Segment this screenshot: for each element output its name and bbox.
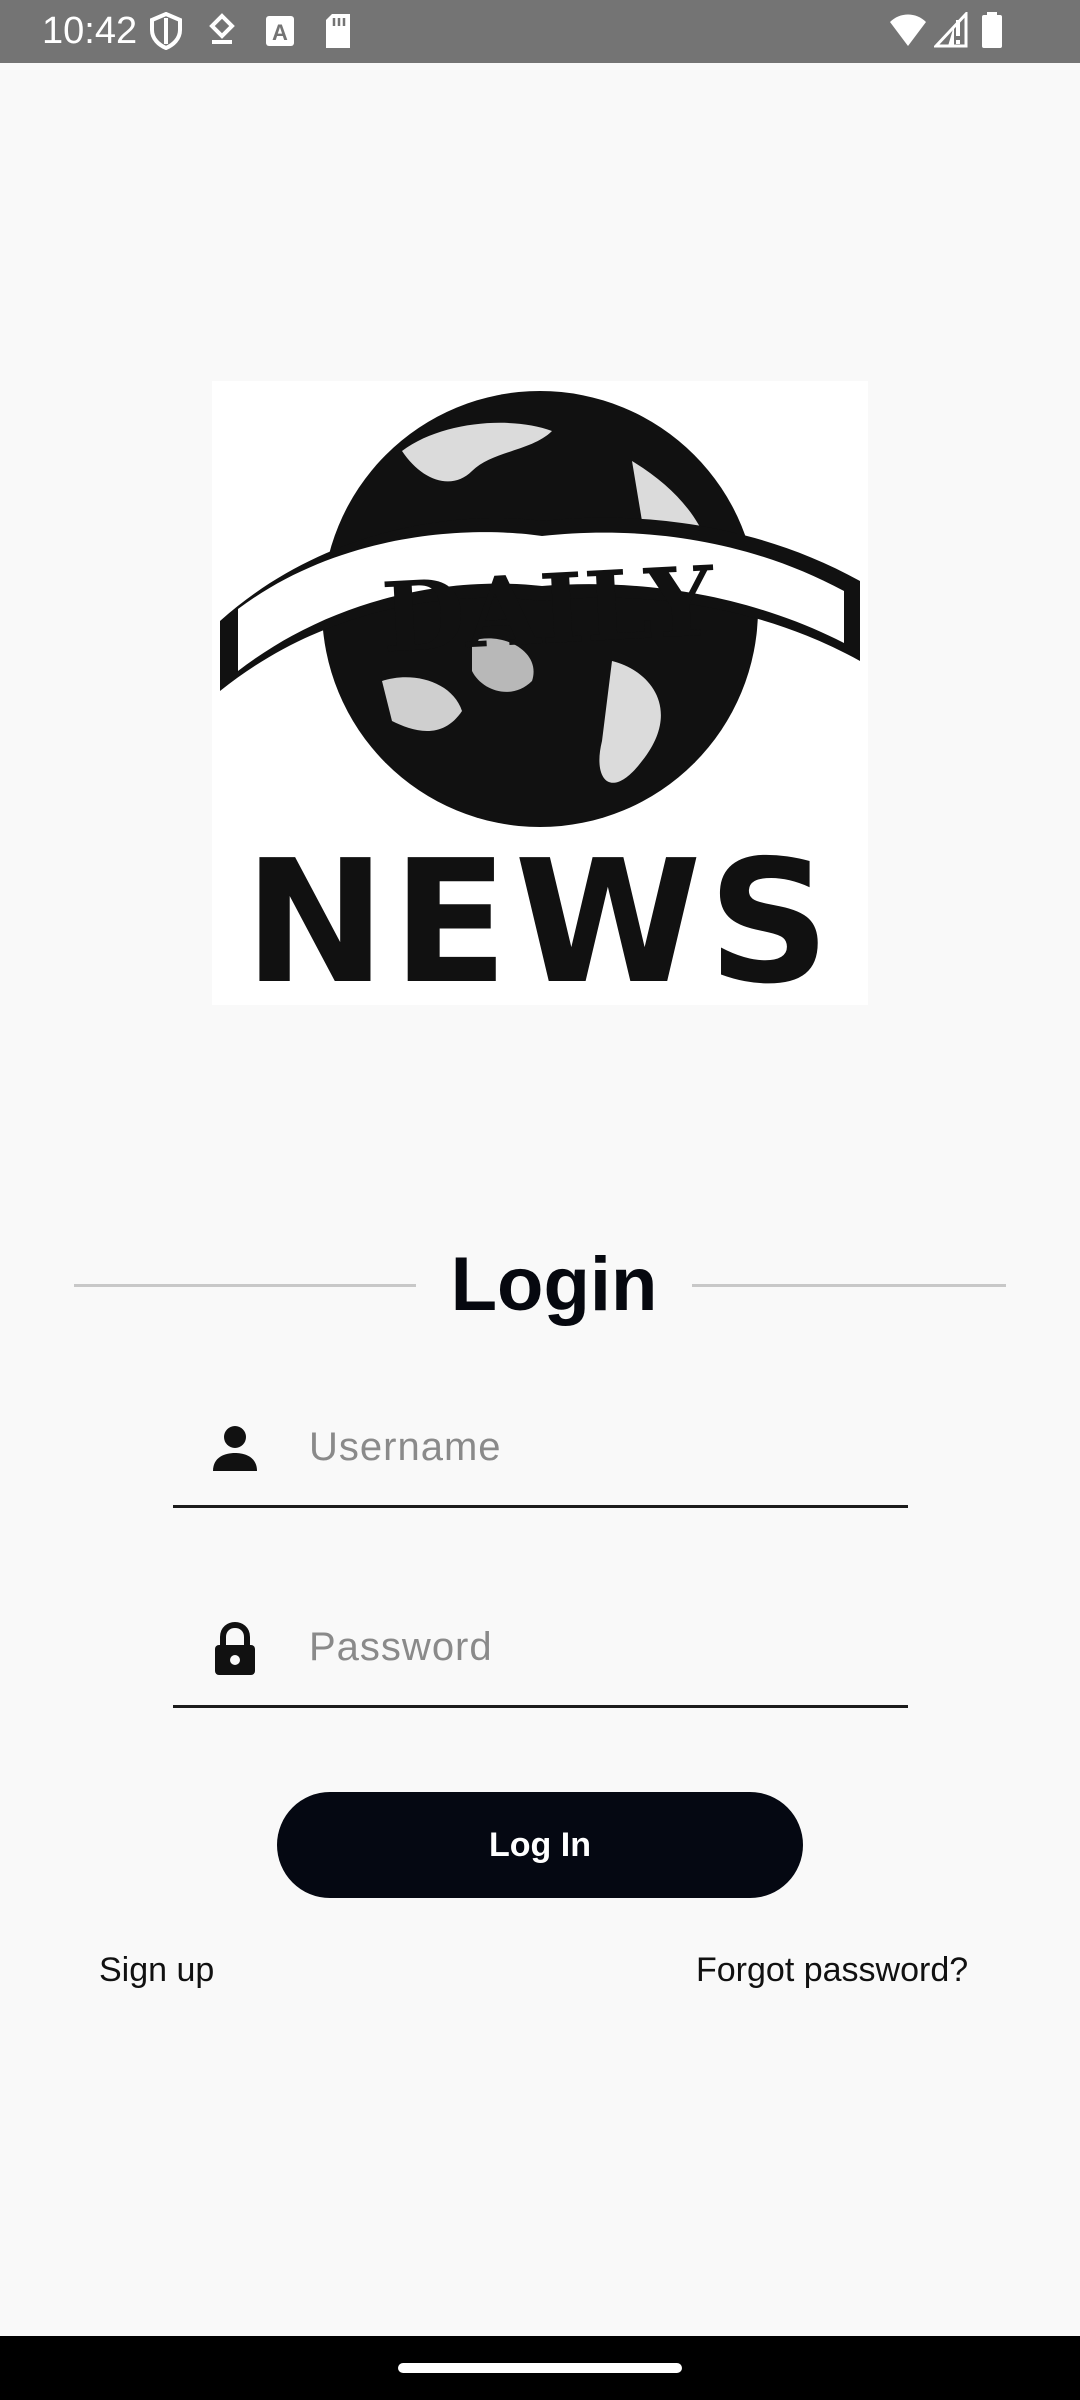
logo-daily-text: DAILY [379,544,718,674]
svg-text:A: A [272,20,288,45]
login-button[interactable]: Log In [277,1792,803,1898]
status-bar: 10:42 A [0,0,1080,63]
shield-icon [150,12,182,50]
forgot-password-link[interactable]: Forgot password? [696,1946,968,1994]
a-badge-icon: A [266,16,294,46]
sign-up-link[interactable]: Sign up [99,1946,214,1994]
logo-news-text: NEWS [244,824,836,1005]
divider-right [692,1284,1006,1287]
password-field[interactable] [173,1598,908,1708]
lock-icon [215,1621,255,1675]
password-underline [173,1705,908,1708]
battery-icon [982,12,1002,48]
globe-logo-icon: DAILY NEWS [220,391,860,1022]
daily-news-logo: DAILY NEWS [212,381,868,1022]
username-field[interactable] [173,1398,908,1508]
username-input[interactable] [309,1412,869,1482]
wifi-icon [890,14,926,46]
divider-left [74,1284,416,1287]
sd-card-icon [326,14,350,48]
login-header: Login [0,1230,1080,1340]
download-icon [209,13,235,44]
person-icon [213,1426,257,1471]
login-title: Login [450,1242,658,1327]
status-time: 10:42 [42,10,138,52]
signal-icon [934,12,968,48]
home-gesture-handle[interactable] [398,2363,682,2373]
password-input[interactable] [309,1612,869,1682]
username-underline [173,1505,908,1508]
